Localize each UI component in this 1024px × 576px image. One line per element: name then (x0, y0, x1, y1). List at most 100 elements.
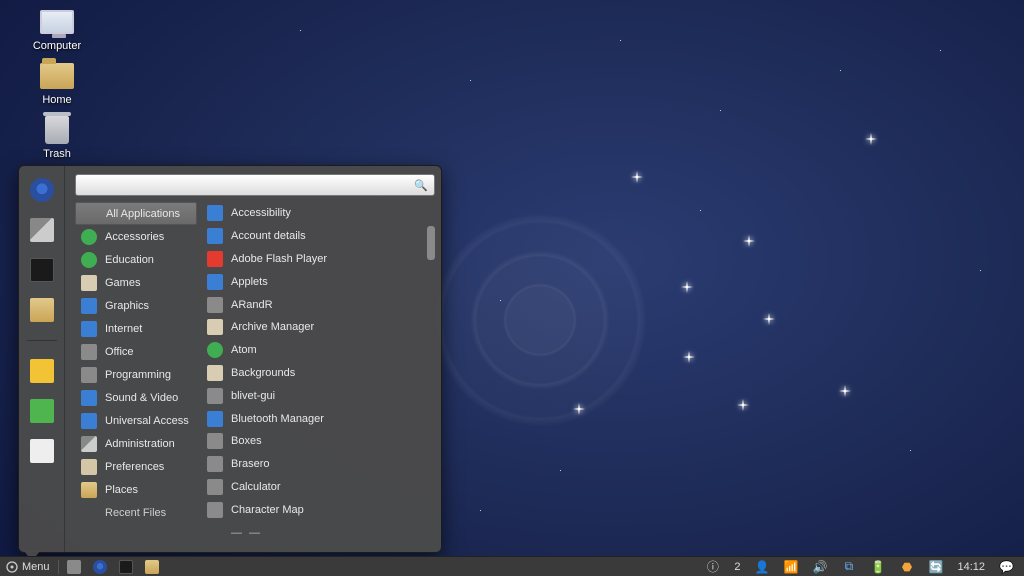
category-sound-video[interactable]: Sound & Video (75, 386, 197, 409)
category-education[interactable]: Education (75, 248, 197, 271)
favorite-shutdown[interactable] (28, 437, 56, 465)
show-desktop-icon (67, 560, 81, 574)
app-icon (207, 365, 223, 381)
app-boxes[interactable]: Boxes (201, 430, 425, 453)
app-archive-manager[interactable]: Archive Manager (201, 316, 425, 339)
favorites-column (19, 166, 65, 552)
category-icon (81, 413, 97, 429)
category-universal-access[interactable]: Universal Access (75, 409, 197, 432)
desktop-icon-trash[interactable]: Trash (22, 114, 92, 160)
app-icon (207, 274, 223, 290)
lock-icon (30, 359, 54, 383)
tray-info-icon[interactable]: ⓘ (699, 559, 726, 574)
category-administration[interactable]: Administration (75, 432, 197, 455)
app-bluetooth-manager[interactable]: Bluetooth Manager (201, 407, 425, 430)
category-label: Places (105, 484, 138, 496)
launcher-terminal[interactable] (113, 560, 139, 574)
desktop-icon-computer[interactable]: Computer (22, 6, 92, 52)
app-accessibility[interactable]: Accessibility (201, 202, 425, 225)
app-icon (207, 319, 223, 335)
tray-bluetooth-icon[interactable]: ⧉ (835, 559, 862, 574)
files-icon (145, 560, 159, 574)
scrollbar-thumb[interactable] (427, 226, 435, 260)
tray-battery-icon[interactable]: 🔋 (864, 559, 891, 574)
tray-notifications-icon[interactable]: 💬 (993, 559, 1020, 574)
app-label: Applets (231, 276, 268, 288)
category-office[interactable]: Office (75, 340, 197, 363)
favorite-files[interactable] (28, 296, 56, 324)
application-column: AccessibilityAccount details Adobe Flash … (201, 202, 435, 544)
app-account-details[interactable]: Account details (201, 225, 425, 248)
category-all-applications[interactable]: All Applications (75, 202, 197, 225)
launcher-show-desktop[interactable] (61, 560, 87, 574)
app-arandr[interactable]: ARandR (201, 293, 425, 316)
app-icon (207, 479, 223, 495)
firefox-icon (93, 560, 107, 574)
tray-volume-icon[interactable]: 🔊 (806, 559, 833, 574)
app-more-indicator: — — (201, 521, 425, 544)
search-input[interactable] (82, 179, 414, 191)
category-programming[interactable]: Programming (75, 363, 197, 386)
app-label: Bluetooth Manager (231, 413, 324, 425)
app-label: Adobe Flash Player (231, 253, 327, 265)
firefox-icon (30, 178, 54, 202)
category-graphics[interactable]: Graphics (75, 294, 197, 317)
app-character-map[interactable]: Character Map (201, 498, 425, 521)
computer-icon (40, 10, 74, 34)
tray-workspace[interactable]: 2 (728, 561, 746, 573)
menu-search[interactable]: 🔍 (75, 174, 435, 196)
app-label: Backgrounds (231, 367, 295, 379)
category-icon (81, 390, 97, 406)
app-label: Brasero (231, 458, 270, 470)
tray-user-icon[interactable]: 👤 (748, 559, 775, 574)
app-icon (207, 228, 223, 244)
app-blivet-gui[interactable]: blivet-gui (201, 384, 425, 407)
app-atom[interactable]: Atom (201, 339, 425, 362)
app-label: Boxes (231, 435, 262, 447)
menu-button-label: Menu (22, 561, 50, 573)
category-icon (81, 436, 97, 452)
shutdown-icon (30, 439, 54, 463)
category-label: Recent Files (105, 507, 166, 519)
tray-updates-icon[interactable]: 🔄 (922, 559, 949, 574)
app-icon (207, 205, 223, 221)
tray-wifi-icon[interactable]: 📶 (777, 559, 804, 574)
category-icon (81, 367, 97, 383)
favorite-settings[interactable] (28, 216, 56, 244)
app-icon (207, 342, 223, 358)
desktop-icon-home[interactable]: Home (22, 60, 92, 106)
category-label: Programming (105, 369, 171, 381)
favorite-logout[interactable] (28, 397, 56, 425)
category-accessories[interactable]: Accessories (75, 225, 197, 248)
app-brasero[interactable]: Brasero (201, 453, 425, 476)
app-backgrounds[interactable]: Backgrounds (201, 362, 425, 385)
tray-shield-icon[interactable]: ⬣ (893, 559, 920, 574)
category-icon (81, 482, 97, 498)
app-adobe-flash-player[interactable]: Adobe Flash Player (201, 248, 425, 271)
app-applets[interactable]: Applets (201, 270, 425, 293)
category-icon (81, 229, 97, 245)
favorite-terminal[interactable] (28, 256, 56, 284)
favorite-lock[interactable] (28, 357, 56, 385)
category-label: Graphics (105, 300, 149, 312)
menu-button[interactable]: Menu (0, 557, 56, 576)
favorites-separator (27, 340, 57, 341)
category-internet[interactable]: Internet (75, 317, 197, 340)
category-label: Preferences (105, 461, 164, 473)
category-label: Internet (105, 323, 142, 335)
category-preferences[interactable]: Preferences (75, 455, 197, 478)
settings-icon (30, 218, 54, 242)
favorite-firefox[interactable] (28, 176, 56, 204)
launcher-files[interactable] (139, 560, 165, 574)
category-games[interactable]: Games (75, 271, 197, 294)
bottom-panel: Menu ⓘ 2 👤 📶 🔊 ⧉ 🔋 ⬣ 🔄 14:12 💬 (0, 556, 1024, 576)
desktop-icon-label: Computer (33, 40, 81, 52)
launcher-firefox[interactable] (87, 560, 113, 574)
app-label: blivet-gui (231, 390, 275, 402)
category-places[interactable]: Places (75, 478, 197, 501)
desktop: Computer Home Trash 🔍 All ApplicationsAc… (0, 0, 1024, 576)
logout-icon (30, 399, 54, 423)
app-label: Archive Manager (231, 321, 314, 333)
app-calculator[interactable]: Calculator (201, 476, 425, 499)
tray-clock[interactable]: 14:12 (951, 561, 991, 573)
